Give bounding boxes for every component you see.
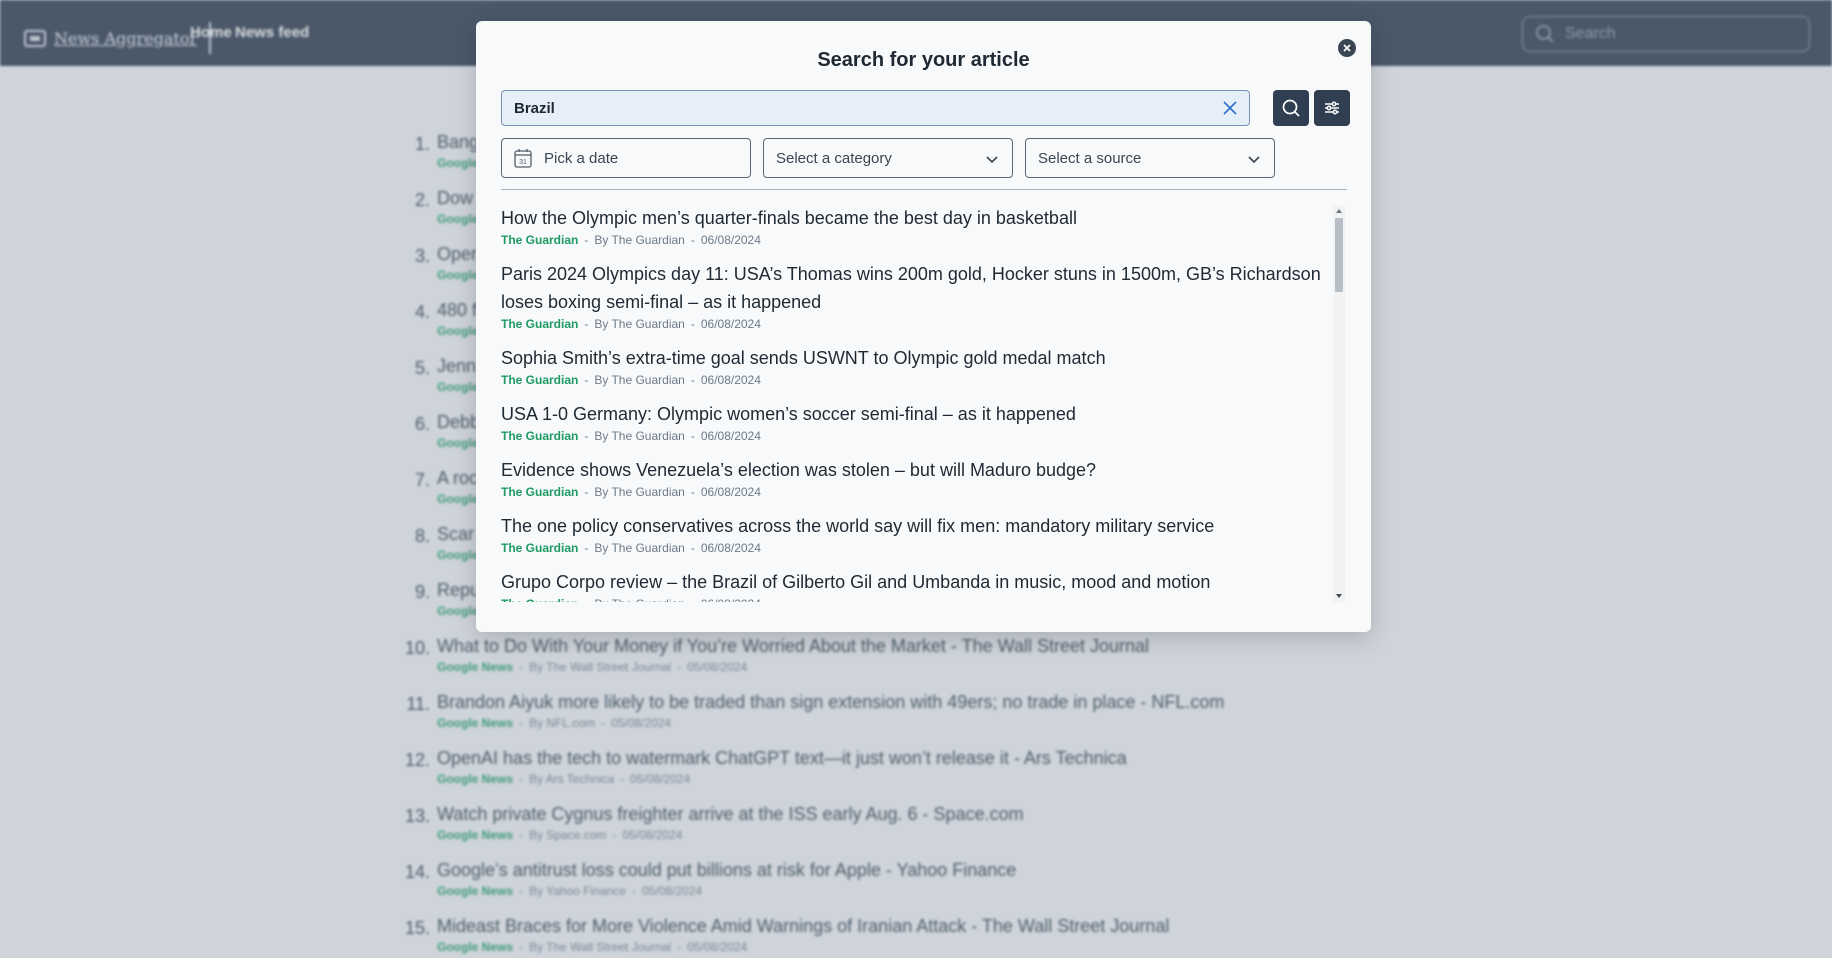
- search-icon: [1282, 99, 1300, 117]
- meta-separator: -: [690, 429, 695, 443]
- result-author: By The Guardian: [594, 485, 685, 499]
- search-result-item[interactable]: USA 1-0 Germany: Olympic women’s soccer …: [501, 400, 1336, 444]
- category-select[interactable]: Select a category: [763, 138, 1013, 178]
- result-date: 06/08/2024: [701, 597, 761, 602]
- result-meta: The Guardian-By The Guardian-06/08/2024: [501, 316, 1336, 332]
- result-author: By The Guardian: [594, 597, 685, 602]
- result-author: By The Guardian: [594, 373, 685, 387]
- svg-text:31: 31: [519, 159, 527, 166]
- search-result-item[interactable]: Grupo Corpo review – the Brazil of Gilbe…: [501, 568, 1336, 602]
- meta-separator: -: [584, 541, 589, 555]
- result-date: 06/08/2024: [700, 429, 761, 443]
- filter-settings-button[interactable]: [1314, 90, 1350, 126]
- meta-separator: -: [584, 429, 589, 443]
- meta-separator: -: [584, 317, 589, 331]
- search-result-item[interactable]: Paris 2024 Olympics day 11: USA’s Thomas…: [501, 260, 1336, 332]
- result-meta: The Guardian-By The Guardian-06/08/2024: [501, 372, 1336, 388]
- scrollbar-thumb[interactable]: [1335, 218, 1343, 292]
- article-search-field[interactable]: [501, 90, 1250, 126]
- search-submit-button[interactable]: [1273, 90, 1309, 126]
- date-picker-placeholder: Pick a date: [544, 149, 619, 167]
- result-author: By The Guardian: [594, 541, 685, 555]
- search-result-item[interactable]: How the Olympic men’s quarter-finals bec…: [501, 204, 1336, 248]
- meta-separator: -: [584, 597, 588, 602]
- meta-separator: -: [584, 485, 589, 499]
- calendar-icon: 31: [514, 149, 532, 168]
- category-select-value: Select a category: [776, 149, 892, 167]
- meta-separator: -: [690, 541, 695, 555]
- meta-separator: -: [690, 317, 695, 331]
- result-source: The Guardian: [501, 429, 579, 443]
- result-title[interactable]: The one policy conservatives across the …: [501, 512, 1336, 540]
- result-author: By The Guardian: [594, 233, 685, 247]
- chevron-down-icon: [986, 156, 998, 164]
- source-select[interactable]: Select a source: [1025, 138, 1275, 178]
- result-meta: The Guardian - By The Guardian - 06/08/2024: [501, 596, 1336, 602]
- search-results-list: How the Olympic men’s quarter-finals bec…: [501, 204, 1336, 602]
- meta-separator: -: [690, 233, 695, 247]
- result-source: The Guardian: [501, 597, 578, 602]
- scroll-up-arrow-icon[interactable]: [1336, 209, 1342, 213]
- divider: [501, 189, 1347, 190]
- result-date: 06/08/2024: [700, 485, 761, 499]
- result-meta: The Guardian-By The Guardian-06/08/2024: [501, 428, 1336, 444]
- clear-search-icon[interactable]: [1221, 99, 1239, 117]
- result-date: 06/08/2024: [700, 541, 761, 555]
- result-author: By The Guardian: [594, 429, 685, 443]
- search-modal: Search for your article 31 Pick a date S…: [476, 21, 1371, 632]
- result-title[interactable]: How the Olympic men’s quarter-finals bec…: [501, 204, 1336, 232]
- meta-separator: -: [691, 597, 695, 602]
- result-meta: The Guardian-By The Guardian-06/08/2024: [501, 540, 1336, 556]
- meta-separator: -: [690, 373, 695, 387]
- search-result-item[interactable]: Evidence shows Venezuela’s election was …: [501, 456, 1336, 500]
- result-title[interactable]: Sophia Smith’s extra-time goal sends USW…: [501, 344, 1336, 372]
- date-picker[interactable]: 31 Pick a date: [501, 138, 751, 178]
- source-select-value: Select a source: [1038, 149, 1142, 167]
- article-search-input[interactable]: [514, 99, 1204, 117]
- result-title[interactable]: Paris 2024 Olympics day 11: USA’s Thomas…: [501, 260, 1336, 316]
- meta-separator: -: [584, 233, 589, 247]
- result-source: The Guardian: [501, 541, 579, 555]
- meta-separator: -: [584, 373, 589, 387]
- result-author: By The Guardian: [594, 317, 685, 331]
- result-meta: The Guardian-By The Guardian-06/08/2024: [501, 484, 1336, 500]
- result-date: 06/08/2024: [700, 373, 761, 387]
- meta-separator: -: [690, 485, 695, 499]
- result-title[interactable]: Grupo Corpo review – the Brazil of Gilbe…: [501, 568, 1336, 596]
- result-source: The Guardian: [501, 373, 579, 387]
- sliders-icon: [1325, 101, 1339, 115]
- search-result-item[interactable]: Sophia Smith’s extra-time goal sends USW…: [501, 344, 1336, 388]
- result-meta: The Guardian-By The Guardian-06/08/2024: [501, 232, 1336, 248]
- result-source: The Guardian: [501, 485, 579, 499]
- result-source: The Guardian: [501, 317, 579, 331]
- result-title[interactable]: USA 1-0 Germany: Olympic women’s soccer …: [501, 400, 1336, 428]
- result-date: 06/08/2024: [700, 317, 761, 331]
- chevron-down-icon: [1248, 156, 1260, 164]
- search-result-item[interactable]: The one policy conservatives across the …: [501, 512, 1336, 556]
- result-date: 06/08/2024: [700, 233, 761, 247]
- scroll-down-arrow-icon[interactable]: [1336, 594, 1342, 598]
- results-scrollbar[interactable]: [1333, 206, 1345, 602]
- result-source: The Guardian: [501, 233, 579, 247]
- result-title[interactable]: Evidence shows Venezuela’s election was …: [501, 456, 1336, 484]
- modal-title: Search for your article: [817, 49, 1030, 71]
